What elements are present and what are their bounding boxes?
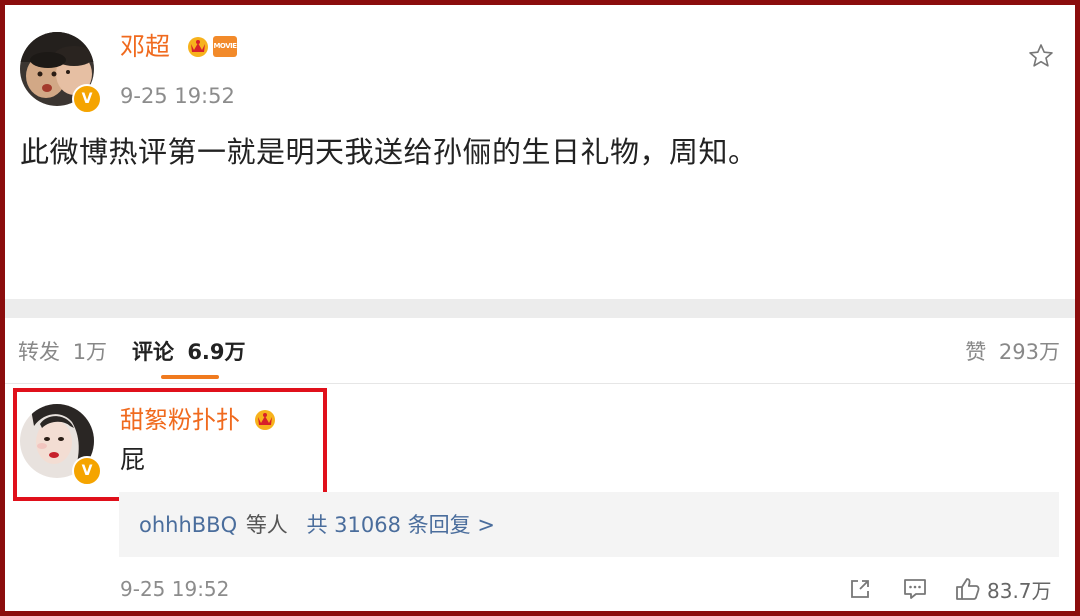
tab-repost[interactable]: 转发 1万: [18, 336, 107, 368]
tab-likes[interactable]: 赞 293万: [965, 336, 1060, 368]
thumbs-up-icon: [955, 577, 981, 601]
comment-time: 9-25 19:52: [120, 577, 230, 601]
tab-repost-count: 1万: [72, 340, 108, 364]
tab-comments-count: 6.9万: [187, 340, 246, 364]
tab-likes-label: 赞: [965, 340, 987, 364]
weibo-post-card: V 邓超 MOVIE 9-25 19:52 此微博热评第一就是明天我送给孙俪的生…: [5, 5, 1075, 611]
section-divider: [5, 299, 1075, 318]
post-time: 9-25 19:52: [120, 84, 235, 108]
tabs-divider: [5, 383, 1075, 384]
reply-comment-icon[interactable]: [902, 577, 928, 601]
replies-summary[interactable]: ohhhBBQ 等人 共 31068 条回复 >: [139, 510, 495, 540]
tab-comments-label: 评论: [132, 340, 174, 364]
reply-user-link[interactable]: ohhhBBQ: [139, 513, 237, 537]
comment-like-count: 83.7万: [987, 578, 1052, 603]
verified-v-icon: V: [72, 84, 102, 114]
tab-comments[interactable]: 评论 6.9万: [132, 336, 246, 368]
movie-badge: MOVIE: [213, 36, 237, 57]
active-tab-indicator: [161, 375, 219, 379]
crown-member-icon: [186, 35, 210, 57]
tab-repost-label: 转发: [18, 340, 60, 364]
favorite-star-icon[interactable]: [1028, 43, 1054, 69]
share-icon[interactable]: [848, 577, 872, 601]
tab-likes-count: 293万: [998, 340, 1060, 364]
author-avatar[interactable]: V: [20, 32, 102, 114]
comment-like-button[interactable]: 83.7万: [955, 574, 1052, 604]
post-author-name[interactable]: 邓超: [120, 30, 170, 64]
post-content: 此微博热评第一就是明天我送给孙俪的生日礼物，周知。: [20, 135, 758, 169]
highlight-box: [13, 388, 327, 501]
reply-others-text: 等人: [245, 513, 288, 537]
reply-count-link[interactable]: 共 31068 条回复 >: [307, 513, 495, 537]
